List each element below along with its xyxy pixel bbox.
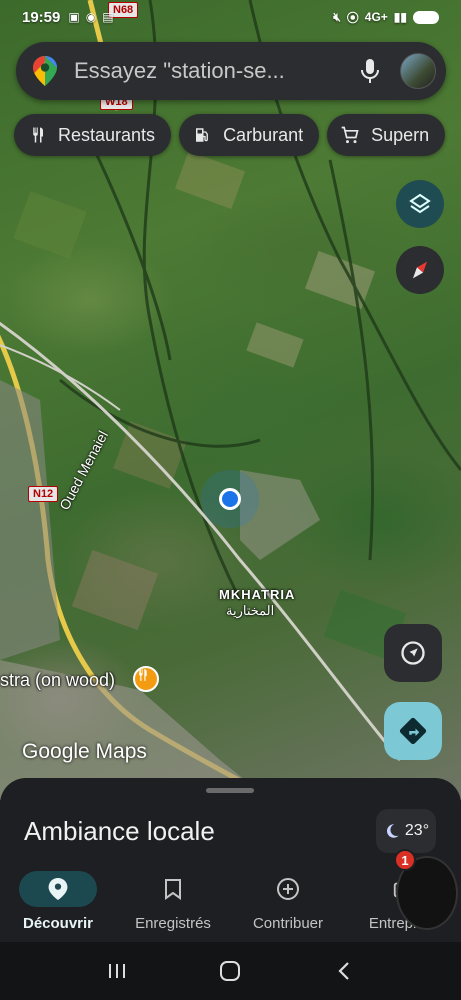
nav-enregistres[interactable]: Enregistrés — [118, 866, 228, 942]
sheet-drag-handle[interactable] — [206, 788, 254, 793]
status-bar: 19:59 ▣ ◉ ▤ 🔇︎ ⦿ 4G+ ▮▮ — [0, 0, 461, 34]
place-label-ar[interactable]: المختارية — [226, 603, 274, 619]
google-maps-pin-icon — [33, 56, 57, 86]
compass-button[interactable] — [396, 246, 444, 294]
nav-label: Enregistrés — [135, 915, 211, 932]
mic-icon[interactable] — [358, 57, 382, 85]
explore-pin-icon — [48, 878, 68, 900]
my-location-dot — [219, 488, 241, 510]
layers-button[interactable] — [396, 180, 444, 228]
directions-icon — [399, 717, 427, 745]
chip-label: Supern — [371, 124, 430, 145]
navigation-arrow-icon — [401, 641, 425, 665]
my-location-button[interactable] — [384, 624, 442, 682]
nav-label: Découvrir — [22, 915, 94, 932]
notification-icon-1: ▣ — [68, 10, 80, 24]
cart-icon — [339, 124, 361, 146]
notification-badge: 1 — [394, 849, 416, 871]
compass-icon — [412, 261, 428, 279]
moon-icon — [386, 824, 399, 838]
weather-temp: 23° — [404, 822, 430, 839]
chip-carburant[interactable]: Carburant — [179, 114, 320, 156]
chip-label: Carburant — [223, 124, 304, 145]
status-time: 19:59 — [22, 8, 61, 26]
poi-label[interactable]: stra (on wood) — [0, 670, 115, 691]
home-button[interactable] — [210, 951, 250, 991]
recent-apps-button[interactable] — [97, 951, 137, 991]
restaurant-pin-icon[interactable] — [133, 666, 159, 692]
directions-button[interactable] — [384, 702, 442, 760]
nav-decouvrir[interactable]: Découvrir — [3, 866, 113, 942]
search-bar[interactable]: Essayez "station-se... — [16, 42, 446, 100]
add-circle-icon — [277, 878, 299, 900]
notification-icons: ▣ ◉ ▤ — [68, 10, 113, 24]
chip-restaurants[interactable]: Restaurants — [14, 114, 172, 156]
system-navigation-bar — [0, 942, 461, 1000]
bookmark-icon — [165, 879, 181, 900]
fuel-icon — [191, 124, 213, 146]
battery-icon — [413, 10, 439, 24]
network-label: 4G+ — [364, 10, 388, 24]
category-chips: Restaurants Carburant Supern — [14, 114, 446, 156]
notification-icon-3: ▤ — [102, 10, 114, 24]
chip-label: Restaurants — [58, 124, 156, 145]
road-shield-n12: N12 — [28, 486, 59, 502]
home-icon — [220, 961, 241, 981]
nav-contribuer[interactable]: Contribuer — [233, 866, 343, 942]
weather-chip[interactable]: 23° — [376, 809, 436, 853]
google-maps-attribution: Google Maps — [22, 740, 147, 763]
search-placeholder[interactable]: Essayez "station-se... — [74, 58, 348, 84]
signal-icon: ▮▮ — [393, 10, 407, 24]
mute-icon: 🔇︎ — [333, 9, 341, 24]
back-button[interactable] — [324, 951, 364, 991]
layers-icon — [409, 193, 431, 214]
nav-label: Contribuer — [252, 915, 324, 932]
location-status-icon: ⦿ — [346, 10, 359, 25]
back-icon — [338, 962, 349, 980]
bottom-navigation: Découvrir Enregistrés Contribuer Entrepr… — [0, 866, 461, 942]
notification-icon-2: ◉ — [85, 10, 97, 24]
chip-supermarches[interactable]: Supern — [327, 114, 446, 156]
sheet-title: Ambiance locale — [24, 816, 215, 846]
restaurant-icon — [26, 124, 48, 146]
place-label-fr[interactable]: MKHATRIA — [219, 587, 295, 602]
avatar[interactable] — [400, 53, 436, 89]
recents-icon — [108, 964, 125, 978]
